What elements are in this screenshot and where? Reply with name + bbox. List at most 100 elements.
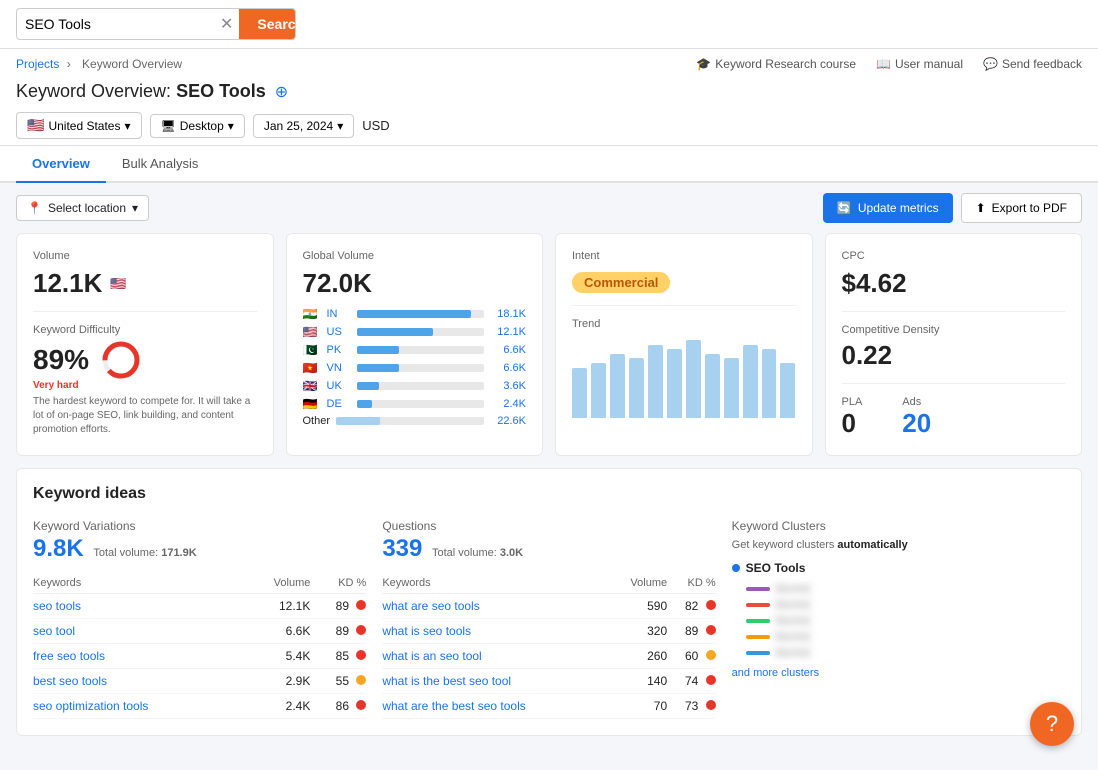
trend-bar	[610, 354, 625, 418]
question-link[interactable]: what is seo tools	[382, 624, 471, 638]
trend-bar	[648, 345, 663, 418]
send-feedback-link[interactable]: 💬 Send feedback	[983, 57, 1082, 71]
search-input[interactable]	[17, 10, 214, 38]
tab-bulk-analysis[interactable]: Bulk Analysis	[106, 146, 215, 183]
user-manual-link[interactable]: 📖 User manual	[876, 57, 963, 71]
keyword-cell: seo optimization tools	[33, 694, 243, 719]
keyword-ideas-columns: Keyword Variations 9.8K Total volume: 17…	[33, 519, 1065, 719]
location-select[interactable]: 📍 Select location ▾	[16, 195, 149, 221]
tabs: Overview Bulk Analysis	[0, 146, 1098, 183]
kd-cell: 73	[667, 694, 716, 719]
question-link[interactable]: what are the best seo tools	[382, 699, 525, 713]
keyword-cell: seo tools	[33, 594, 243, 619]
chevron-down-icon: ▾	[228, 119, 234, 133]
export-pdf-button[interactable]: ⬆ Export to PDF	[961, 193, 1082, 223]
projects-link[interactable]: Projects	[16, 57, 59, 71]
question-link[interactable]: what is the best seo tool	[382, 674, 511, 688]
questions-table: Keywords Volume KD % what are seo tools …	[382, 573, 715, 719]
clear-button[interactable]: ✕	[214, 14, 239, 34]
cluster-color-bar	[746, 603, 770, 607]
cluster-blurred-label: blurred	[776, 599, 810, 611]
trend-bars	[572, 338, 796, 418]
cluster-color-bar	[746, 619, 770, 623]
country-flag-icon: 🇻🇳	[303, 361, 321, 375]
question-cell: what is an seo tool	[382, 644, 609, 669]
other-bar-track	[336, 417, 484, 425]
help-button[interactable]: ?	[1030, 702, 1074, 746]
cluster-color-bar	[746, 635, 770, 639]
question-link[interactable]: what is an seo tool	[382, 649, 481, 663]
clusters-title: Keyword Clusters	[732, 519, 1065, 533]
export-icon: ⬆	[976, 201, 986, 215]
cluster-dot	[732, 564, 740, 572]
volume-cell: 320	[609, 619, 667, 644]
keyword-ideas-section: Keyword ideas Keyword Variations 9.8K To…	[16, 468, 1082, 736]
cpc-label: CPC	[842, 250, 1066, 262]
volume-cell: 140	[609, 669, 667, 694]
question-link[interactable]: what are seo tools	[382, 599, 479, 613]
update-metrics-button[interactable]: 🔄 Update metrics	[823, 193, 953, 223]
top-links: 🎓 Keyword Research course 📖 User manual …	[696, 57, 1082, 71]
country-bar-fill	[357, 328, 434, 336]
search-button[interactable]: Search	[239, 9, 296, 39]
country-filter[interactable]: 🇺🇸 United States ▾	[16, 112, 142, 139]
search-wrapper: ✕ Search	[16, 8, 296, 40]
variations-column: Keyword Variations 9.8K Total volume: 17…	[33, 519, 366, 719]
table-row: best seo tools 2.9K 55	[33, 669, 366, 694]
country-bar-fill	[357, 346, 399, 354]
page-title: Keyword Overview: SEO Tools ⊕	[16, 81, 1082, 102]
variations-title: Keyword Variations	[33, 519, 366, 533]
question-cell: what is seo tools	[382, 619, 609, 644]
keyword-link[interactable]: free seo tools	[33, 649, 105, 663]
country-bar-track	[357, 400, 485, 408]
keyword-link[interactable]: seo tools	[33, 599, 81, 613]
trend-bar	[724, 358, 739, 418]
kd-cell: 60	[667, 644, 716, 669]
us-flag-icon: 🇺🇸	[110, 276, 126, 292]
country-row: 🇺🇸 US 12.1K	[303, 325, 527, 339]
country-bar-track	[357, 310, 485, 318]
clusters-column: Keyword Clusters Get keyword clusters au…	[732, 519, 1065, 719]
kw-research-link[interactable]: 🎓 Keyword Research course	[696, 57, 856, 71]
cluster-sub-item: blurred	[746, 599, 1065, 611]
page-header: Keyword Overview: SEO Tools ⊕	[0, 75, 1098, 106]
keyword-link[interactable]: seo tool	[33, 624, 75, 638]
volume-value: 12.1K	[33, 268, 102, 299]
country-code: DE	[327, 398, 351, 410]
country-flag-icon: 🇬🇧	[303, 379, 321, 393]
intent-trend-card: Intent Commercial Trend	[555, 233, 813, 456]
kd-dot-icon	[356, 600, 366, 610]
volume-cell: 260	[609, 644, 667, 669]
chevron-down-icon: ▾	[337, 119, 343, 133]
device-filter[interactable]: 🖥 Desktop ▾	[150, 114, 245, 138]
variations-tbody: seo tools 12.1K 89 seo tool 6.6K 89 free…	[33, 594, 366, 719]
trend-bar	[743, 345, 758, 418]
questions-kd-header: KD %	[667, 573, 716, 594]
kd-description: The hardest keyword to compete for. It w…	[33, 395, 257, 437]
intent-label: Intent	[572, 250, 796, 262]
keyword-link[interactable]: best seo tools	[33, 674, 107, 688]
trend-bar	[686, 340, 701, 418]
more-clusters[interactable]: and more clusters	[732, 667, 1065, 679]
country-row: 🇮🇳 IN 18.1K	[303, 307, 527, 321]
variations-kd-header: KD %	[310, 573, 366, 594]
other-bar-fill	[336, 417, 380, 425]
global-volume-card: Global Volume 72.0K 🇮🇳 IN 18.1K 🇺🇸 US 12…	[286, 233, 544, 456]
filters-row: 🇺🇸 United States ▾ 🖥 Desktop ▾ Jan 25, 2…	[0, 106, 1098, 146]
kd-cell: 89	[667, 619, 716, 644]
kd-dot-icon	[706, 625, 716, 635]
date-filter[interactable]: Jan 25, 2024 ▾	[253, 114, 354, 138]
add-icon[interactable]: ⊕	[275, 84, 288, 101]
country-code: US	[327, 326, 351, 338]
kd-cell: 74	[667, 669, 716, 694]
keyword-link[interactable]: seo optimization tools	[33, 699, 148, 713]
desktop-icon: 🖥	[161, 119, 176, 133]
tab-overview[interactable]: Overview	[16, 146, 106, 183]
toolbar: 📍 Select location ▾ 🔄 Update metrics ⬆ E…	[0, 183, 1098, 233]
country-val: 6.6K	[490, 344, 526, 356]
graduation-cap-icon: 🎓	[696, 57, 711, 71]
kd-dot-icon	[706, 675, 716, 685]
trend-label: Trend	[572, 318, 796, 330]
cpc-value: $4.62	[842, 268, 1066, 299]
kd-cell: 82	[667, 594, 716, 619]
